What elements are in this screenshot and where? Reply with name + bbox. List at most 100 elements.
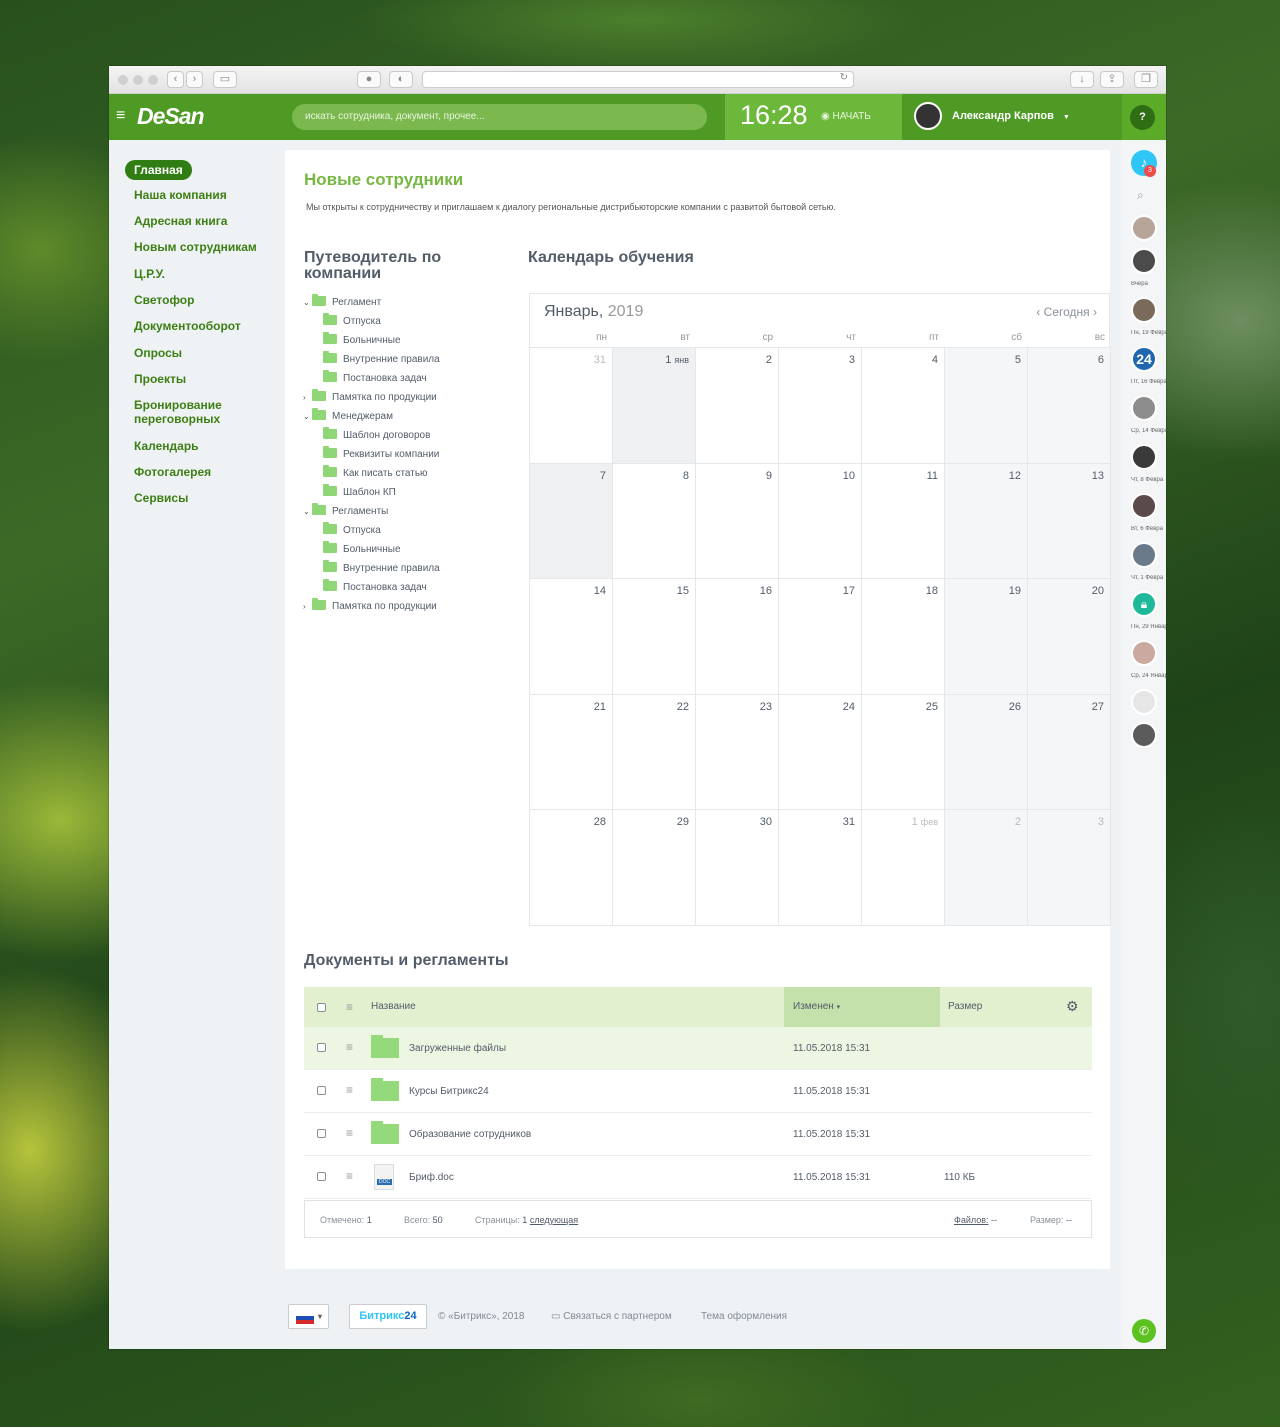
calendar-day[interactable]: 11 [862,462,945,579]
calendar-day[interactable]: 29 [613,809,696,925]
avatar[interactable] [1131,722,1157,748]
file-name[interactable]: Загруженные файлы [409,1043,506,1054]
bitrix24-logo[interactable]: Битрикс24 [349,1304,427,1329]
row-menu-icon[interactable]: ≡ [346,1170,353,1182]
table-row[interactable]: ≡ Бриф.doc 11.05.2018 15:31 110 КБ [304,1156,1092,1199]
nav-item-gallery[interactable]: Фотогалерея [134,465,211,479]
user-menu[interactable]: Александр Карпов ▼ [902,94,1122,140]
next-page-link[interactable]: следующая [530,1215,578,1225]
column-changed[interactable]: Изменен ▾ [793,1001,840,1012]
calendar-day[interactable]: 21 [530,693,613,810]
calendar-day[interactable]: 16 [696,578,779,694]
row-menu-icon[interactable]: ≡ [346,1041,353,1053]
nav-item-address-book[interactable]: Адресная книга [134,214,227,228]
tree-item[interactable]: Больничные [323,541,401,557]
file-name[interactable]: Бриф.doc [409,1172,454,1183]
privacy-icon[interactable]: ◐ [389,71,413,88]
downloads-icon[interactable]: ↓ [1070,71,1094,88]
calendar-day[interactable]: 26 [945,693,1028,810]
tree-item[interactable]: Внутренние правила [323,351,440,367]
calendar-day[interactable]: 9 [696,462,779,579]
nav-item-services[interactable]: Сервисы [134,491,188,505]
files-label[interactable]: Файлов: [954,1215,989,1225]
chevron-right-icon[interactable]: › [1093,305,1097,319]
row-menu-icon[interactable]: ≡ [346,1084,353,1096]
partner-link[interactable]: ▭ Связаться с партнером [551,1311,672,1322]
lock-icon[interactable]: 🔒︎ [1131,591,1157,617]
nav-item-projects[interactable]: Проекты [134,372,186,386]
tree-item[interactable]: › Памятка по продукции [303,598,437,614]
calendar-day[interactable]: 15 [613,578,696,694]
chevron-left-icon[interactable]: ‹ [1036,305,1040,319]
tree-item[interactable]: ⌄ Менеджерам [303,408,393,424]
calendar-day[interactable]: 5 [945,347,1028,463]
row-checkbox[interactable] [317,1086,326,1095]
tree-item[interactable]: Постановка задач [323,579,427,595]
back-icon[interactable]: ‹ [167,71,184,88]
tree-item[interactable]: Шаблон договоров [323,427,430,443]
row-checkbox[interactable] [317,1129,326,1138]
table-row[interactable]: ≡ Курсы Битрикс24 11.05.2018 15:31 [304,1070,1092,1113]
calendar-day[interactable]: 18 [862,578,945,694]
calendar-day[interactable]: 4 [862,347,945,463]
row-checkbox[interactable] [317,1172,326,1181]
file-name[interactable]: Образование сотрудников [409,1129,531,1140]
calendar-day[interactable]: 31 [779,809,862,925]
calendar-day[interactable]: 19 [945,578,1028,694]
adblock-icon[interactable]: ● [357,71,381,88]
avatar[interactable] [1131,395,1157,421]
forward-icon[interactable]: › [186,71,203,88]
calendar-day[interactable]: 13 [1028,462,1111,579]
zoom-window-dot[interactable] [148,75,158,85]
phone-icon[interactable]: ✆ [1132,1319,1156,1343]
gear-icon[interactable]: ⚙ [1066,998,1079,1015]
search-icon[interactable]: ⌕ [1137,188,1144,203]
avatar[interactable] [1131,248,1157,274]
calendar-day[interactable]: 2 [696,347,779,463]
tree-item[interactable]: ⌄ Регламенты [303,503,388,519]
tree-item[interactable]: Шаблон КП [323,484,396,500]
select-all-checkbox[interactable] [317,1003,326,1012]
close-window-dot[interactable] [118,75,128,85]
avatar[interactable] [1131,297,1157,323]
tree-item[interactable]: Внутренние правила [323,560,440,576]
theme-link[interactable]: Тема оформления [701,1311,787,1322]
share-icon[interactable]: ⇪ [1100,71,1124,88]
calendar-day[interactable]: 24 [779,693,862,810]
nav-item-booking[interactable]: Бронирование переговорных [134,398,254,426]
avatar[interactable] [1131,444,1157,470]
today-button[interactable]: Сегодня [1044,305,1090,319]
column-menu-icon[interactable]: ≡ [346,1001,353,1013]
calendar-day[interactable]: 2 [945,809,1028,925]
tree-item[interactable]: ⌄ Регламент [303,294,381,310]
tabs-icon[interactable]: ❐ [1134,71,1158,88]
nav-item-new-employees[interactable]: Новым сотрудникам [134,240,257,254]
tree-item[interactable]: › Памятка по продукции [303,389,437,405]
sidebar-toggle-icon[interactable]: ▭ [213,71,237,88]
chevron-right-icon[interactable]: › [303,391,312,405]
calendar-day[interactable]: 14 [530,578,613,694]
calendar-day[interactable]: 17 [779,578,862,694]
calendar-day[interactable]: 1 янв [613,347,696,463]
calendar-day[interactable]: 6 [1028,347,1111,463]
chevron-down-icon[interactable]: ⌄ [303,296,312,310]
avatar[interactable] [1131,215,1157,241]
row-checkbox[interactable] [317,1043,326,1052]
nav-item-traffic-light[interactable]: Светофор [134,293,194,307]
reload-icon[interactable]: ↻ [840,72,848,83]
calendar-day[interactable]: 25 [862,693,945,810]
nav-item-cru[interactable]: Ц.Р.У. [134,267,165,281]
calendar-day[interactable]: 28 [530,809,613,925]
start-workday-button[interactable]: ◉ НАЧАТЬ [821,111,871,122]
calendar-day[interactable]: 8 [613,462,696,579]
table-row[interactable]: ≡ Образование сотрудников 11.05.2018 15:31 [304,1113,1092,1156]
tree-item[interactable]: Реквизиты компании [323,446,439,462]
nav-item-company[interactable]: Наша компания [134,188,227,202]
calendar-day[interactable]: 7 [530,462,613,579]
table-row[interactable]: ≡ Загруженные файлы 11.05.2018 15:31 [304,1027,1092,1070]
column-name[interactable]: Название [371,1001,416,1012]
chevron-right-icon[interactable]: › [303,600,312,614]
tree-item[interactable]: Больничные [323,332,401,348]
tree-item[interactable]: Отпуска [323,313,381,329]
row-menu-icon[interactable]: ≡ [346,1127,353,1139]
